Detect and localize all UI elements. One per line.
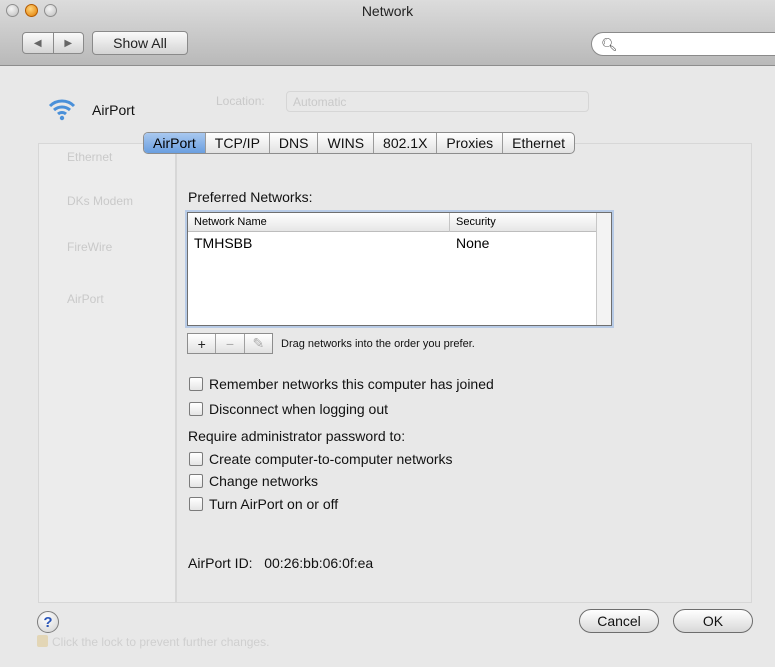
help-button[interactable]: ? (37, 611, 59, 633)
advanced-tab-bar: AirPort TCP/IP DNS WINS 802.1X Proxies E… (143, 132, 576, 154)
tab-dns[interactable]: DNS (268, 133, 318, 153)
checkbox-box[interactable] (189, 377, 203, 391)
back-icon[interactable]: ◀ (23, 33, 53, 53)
lock-icon[interactable] (37, 635, 48, 647)
tab-ethernet[interactable]: Ethernet (502, 133, 574, 153)
disconnect-logout-label: Disconnect when logging out (209, 401, 389, 417)
network-preferences-window: Network ◀ ▶ Show All 🔍︎ AirPort Location… (0, 0, 775, 667)
column-security[interactable]: Security (456, 216, 496, 228)
network-name-cell: TMHSBB (194, 235, 253, 251)
column-network-name[interactable]: Network Name (194, 216, 267, 228)
tab-8021x[interactable]: 802.1X (373, 133, 436, 153)
sidebar-item-modem[interactable]: DKs Modem (67, 194, 133, 208)
create-networks-checkbox[interactable]: Create computer-to-computer networks (189, 451, 453, 467)
search-icon: 🔍︎ (601, 37, 618, 52)
change-networks-label: Change networks (209, 473, 318, 489)
create-networks-label: Create computer-to-computer networks (209, 451, 453, 467)
sidebar-item-ethernet[interactable]: Ethernet (67, 150, 112, 164)
service-title: AirPort (92, 102, 135, 118)
service-sidebar: Ethernet DKs Modem FireWire AirPort (38, 143, 176, 603)
require-admin-label: Require administrator password to: (188, 428, 406, 444)
add-network-button[interactable]: + (188, 334, 215, 353)
tab-airport[interactable]: AirPort (144, 133, 205, 153)
sidebar-item-airport[interactable]: AirPort (67, 292, 104, 306)
turn-airport-label: Turn AirPort on or off (209, 496, 339, 512)
checkbox-box[interactable] (189, 474, 203, 488)
airport-wifi-icon (48, 99, 76, 121)
remove-network-button[interactable]: − (215, 334, 243, 353)
forward-icon[interactable]: ▶ (52, 33, 84, 53)
preferred-networks-label: Preferred Networks: (188, 189, 313, 205)
title-bar: Network ◀ ▶ Show All 🔍︎ (0, 0, 775, 66)
checkbox-box[interactable] (189, 497, 203, 511)
table-row[interactable]: TMHSBB None (188, 234, 596, 254)
location-label: Location: (216, 94, 265, 108)
network-list-controls: + − ✎ (187, 333, 273, 354)
column-separator (449, 213, 450, 232)
change-networks-checkbox[interactable]: Change networks (189, 473, 318, 489)
show-all-button[interactable]: Show All (92, 31, 188, 55)
checkbox-box[interactable] (189, 452, 203, 466)
lock-hint-text: Click the lock to prevent further change… (52, 635, 270, 649)
edit-network-button[interactable]: ✎ (243, 334, 272, 353)
sidebar-item-firewire[interactable]: FireWire (67, 240, 112, 254)
ok-button[interactable]: OK (673, 609, 753, 633)
history-nav: ◀ ▶ (22, 32, 84, 54)
tab-proxies[interactable]: Proxies (436, 133, 502, 153)
security-cell: None (456, 235, 490, 251)
cancel-button[interactable]: Cancel (579, 609, 659, 633)
preferred-networks-table[interactable]: Network Name Security TMHSBB None (187, 212, 612, 326)
drag-hint-text: Drag networks into the order you prefer. (281, 338, 475, 350)
window-title: Network (361, 3, 414, 19)
tab-wins[interactable]: WINS (317, 133, 373, 153)
location-popup[interactable]: Automatic (286, 91, 589, 112)
turn-airport-checkbox[interactable]: Turn AirPort on or off (189, 496, 338, 512)
location-value: Automatic (293, 95, 347, 109)
table-scrollbar[interactable] (596, 213, 611, 325)
checkbox-box[interactable] (189, 402, 203, 416)
airport-id-text: AirPort ID: 00:26:bb:06:0f:ea (188, 555, 374, 571)
remember-networks-checkbox[interactable]: Remember networks this computer has join… (189, 376, 494, 392)
disconnect-logout-checkbox[interactable]: Disconnect when logging out (189, 401, 388, 417)
table-header: Network Name Security (188, 213, 598, 232)
search-field[interactable]: 🔍︎ (591, 32, 775, 56)
remember-networks-label: Remember networks this computer has join… (209, 376, 494, 392)
tab-tcpip[interactable]: TCP/IP (204, 133, 269, 153)
